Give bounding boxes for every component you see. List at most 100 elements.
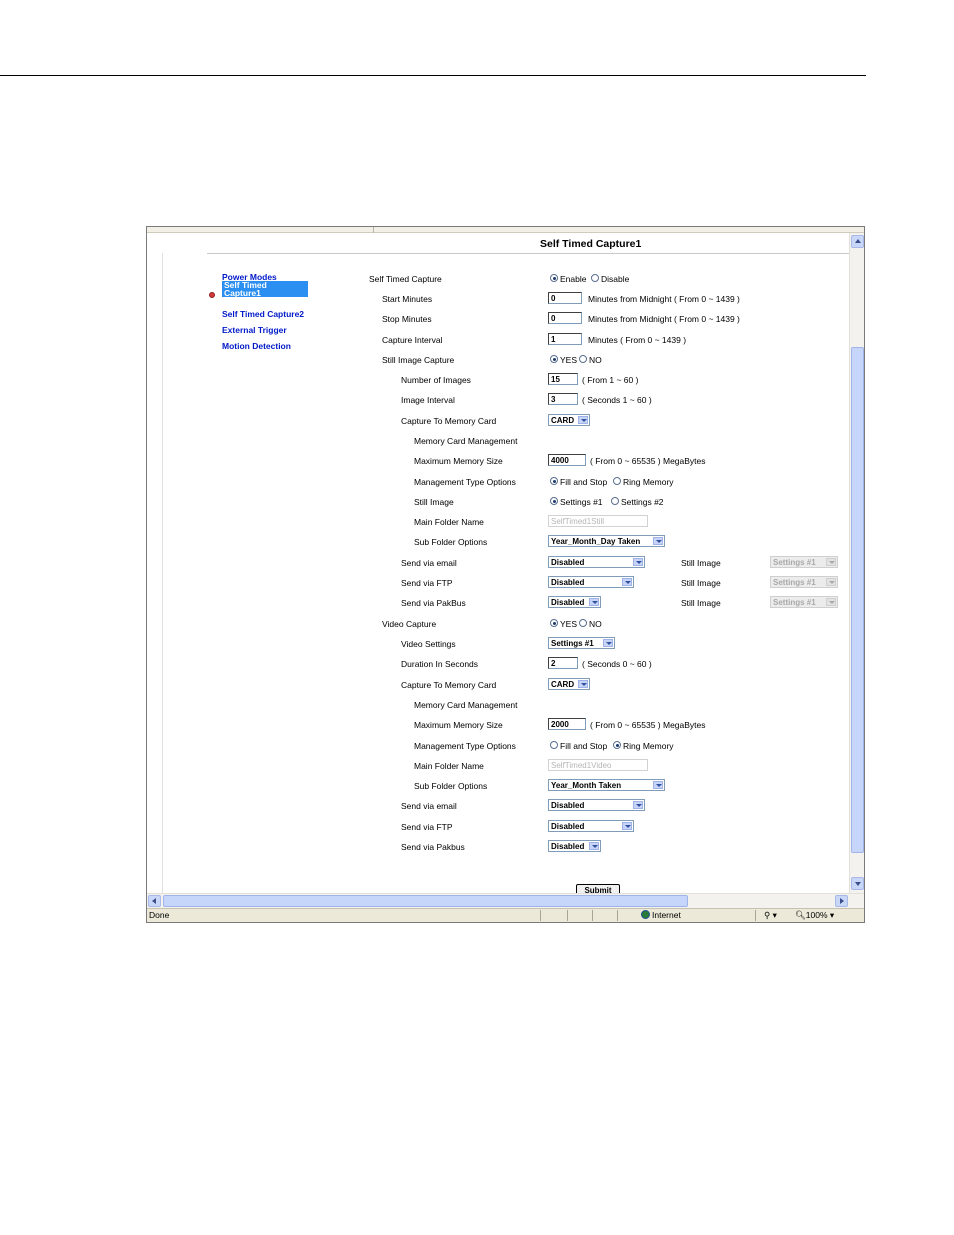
email-still-image-value: Settings #1	[773, 558, 816, 567]
still-settings2-radio[interactable]	[611, 497, 619, 505]
status-separator	[592, 910, 593, 921]
capture-interval-input[interactable]: 1	[548, 333, 582, 345]
vertical-scroll-thumb[interactable]	[851, 347, 864, 853]
still-capture-yes-radio[interactable]	[550, 355, 558, 363]
still-settings1-label: Settings #1	[560, 497, 603, 507]
video-main-folder-input[interactable]: SelfTimed1Video	[548, 759, 648, 771]
video-send-pakbus-value: Disabled	[551, 842, 585, 851]
video-send-email-value: Disabled	[551, 801, 585, 810]
still-ring-memory-radio[interactable]	[613, 477, 621, 485]
ftp-still-image-value: Settings #1	[773, 578, 816, 587]
video-capture-no-label: NO	[589, 619, 602, 629]
still-sub-folder-select[interactable]: Year_Month_Day Taken	[548, 535, 665, 547]
video-send-email-select[interactable]: Disabled	[548, 799, 645, 811]
still-settings2-label: Settings #2	[621, 497, 664, 507]
video-ring-memory-radio[interactable]	[613, 741, 621, 749]
video-memory-card-management-label: Memory Card Management	[414, 700, 518, 710]
horizontal-scroll-thumb[interactable]	[163, 895, 688, 907]
video-capture-to-card-label: Capture To Memory Card	[401, 680, 497, 690]
email-still-image-label: Still Image	[681, 558, 721, 568]
still-send-pakbus-label: Send via PakBus	[401, 598, 466, 608]
dropdown-arrow-icon	[653, 781, 663, 789]
security-zone: Internet	[641, 910, 681, 921]
title-divider	[207, 253, 849, 254]
video-max-memory-input[interactable]: 2000	[548, 718, 586, 730]
still-fill-and-stop-radio[interactable]	[550, 477, 558, 485]
still-send-pakbus-select[interactable]: Disabled	[548, 596, 601, 608]
video-max-memory-label: Maximum Memory Size	[414, 720, 503, 730]
video-capture-yes-radio[interactable]	[550, 619, 558, 627]
video-sub-folder-label: Sub Folder Options	[414, 781, 488, 791]
submit-button[interactable]: Submit	[576, 884, 620, 893]
still-send-ftp-select[interactable]: Disabled	[548, 576, 634, 588]
ftp-still-image-select[interactable]: Settings #1	[770, 576, 838, 588]
dropdown-arrow-icon	[589, 842, 599, 850]
video-send-pakbus-select[interactable]: Disabled	[548, 840, 601, 852]
security-zone-label: Internet	[652, 910, 681, 920]
scroll-left-icon[interactable]	[148, 895, 161, 907]
still-send-email-select[interactable]: Disabled	[548, 556, 645, 568]
still-main-folder-input[interactable]: SelfTimed1Still	[548, 515, 648, 527]
scroll-up-icon[interactable]	[851, 235, 864, 248]
chevron-down-icon: ▾	[829, 910, 835, 920]
still-capture-no-radio[interactable]	[579, 355, 587, 363]
still-image-settings-label: Still Image	[414, 497, 454, 507]
dropdown-arrow-icon	[826, 578, 836, 586]
status-separator	[755, 910, 756, 921]
video-main-folder-label: Main Folder Name	[414, 761, 484, 771]
dropdown-arrow-icon	[578, 416, 588, 424]
image-interval-hint: ( Seconds 1 ~ 60 )	[582, 395, 652, 405]
video-capture-yes-label: YES	[560, 619, 578, 629]
number-of-images-input[interactable]: 15	[548, 373, 578, 385]
still-max-memory-input[interactable]: 4000	[548, 454, 586, 466]
self-timed-disable-label: Disable	[601, 274, 630, 284]
scroll-down-icon[interactable]	[851, 877, 864, 890]
nav-external-trigger[interactable]: External Trigger	[222, 325, 287, 335]
stop-minutes-input[interactable]: 0	[548, 312, 582, 324]
dropdown-arrow-icon	[826, 598, 836, 606]
horizontal-scrollbar[interactable]	[147, 893, 864, 908]
dropdown-arrow-icon	[653, 537, 663, 545]
pakbus-still-image-select[interactable]: Settings #1	[770, 596, 838, 608]
nav-motion-detection[interactable]: Motion Detection	[222, 341, 291, 351]
internet-globe-icon	[641, 910, 650, 919]
self-timed-disable-radio[interactable]	[591, 274, 599, 282]
pakbus-still-image-value: Settings #1	[773, 598, 816, 607]
status-bar: Done Internet ⚲ ▾ 🔍︎100% ▾	[147, 908, 864, 922]
still-sub-folder-label: Sub Folder Options	[414, 537, 488, 547]
nav-self-timed-capture2[interactable]: Self Timed Capture2	[222, 309, 304, 319]
dropdown-arrow-icon	[633, 801, 643, 809]
video-fill-and-stop-radio[interactable]	[550, 741, 558, 749]
nav-self-timed-capture1[interactable]: Self Timed Capture1	[222, 281, 308, 297]
video-sub-folder-value: Year_Month Taken	[551, 781, 622, 790]
document-header-rule	[0, 75, 866, 76]
browser-window: Self Timed Capture1 Power Modes Self Tim…	[146, 226, 865, 923]
video-send-ftp-select[interactable]: Disabled	[548, 820, 634, 832]
duration-hint: ( Seconds 0 ~ 60 )	[582, 659, 652, 669]
duration-input[interactable]: 2	[548, 657, 578, 669]
start-minutes-input[interactable]: 0	[548, 292, 582, 304]
self-timed-enable-radio[interactable]	[550, 274, 558, 282]
still-capture-to-card-select[interactable]: CARD	[548, 414, 590, 426]
still-fill-and-stop-label: Fill and Stop	[560, 477, 608, 487]
zoom-icon: 🔍︎	[795, 910, 806, 920]
email-still-image-select[interactable]: Settings #1	[770, 556, 838, 568]
pakbus-still-image-label: Still Image	[681, 598, 721, 608]
image-interval-input[interactable]: 3	[548, 393, 578, 405]
stop-minutes-label: Stop Minutes	[382, 314, 432, 324]
video-sub-folder-select[interactable]: Year_Month Taken	[548, 779, 665, 791]
video-settings-select[interactable]: Settings #1	[548, 637, 615, 649]
page-left-border	[162, 253, 163, 893]
zoom-control[interactable]: 🔍︎100% ▾	[795, 910, 834, 921]
still-sub-folder-value: Year_Month_Day Taken	[551, 537, 641, 546]
video-capture-to-card-select[interactable]: CARD	[548, 678, 590, 690]
protected-mode-icon[interactable]: ⚲ ▾	[764, 910, 777, 921]
still-settings1-radio[interactable]	[550, 497, 558, 505]
status-separator	[617, 910, 618, 921]
current-page-bullet-icon	[209, 292, 215, 298]
vertical-scrollbar[interactable]	[849, 233, 864, 893]
video-send-ftp-label: Send via FTP	[401, 822, 453, 832]
video-capture-no-radio[interactable]	[579, 619, 587, 627]
still-max-memory-label: Maximum Memory Size	[414, 456, 503, 466]
scroll-right-icon[interactable]	[835, 895, 848, 907]
